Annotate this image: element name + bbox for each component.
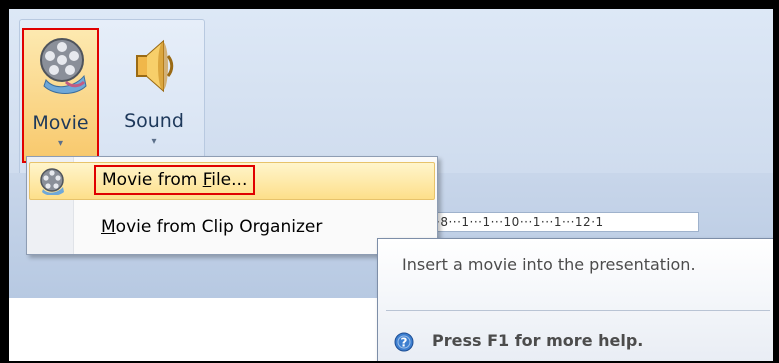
tooltip-divider [386,310,770,311]
tooltip-help-text: Press F1 for more help. [432,331,644,350]
movie-label: Movie [32,112,89,134]
sound-button[interactable]: Sound ▾ [115,28,193,163]
menu-item-label: Movie from File... [94,165,256,195]
horizontal-ruler: ·8···1···1···10···1···1···12·1 [429,212,699,232]
speaker-icon [136,39,174,93]
movie-button[interactable]: Movie ▾ [22,28,99,163]
chevron-down-icon: ▾ [151,136,157,147]
film-reel-icon [40,38,87,94]
chevron-down-icon: ▾ [57,138,64,149]
screenshot-frame: Movie ▾ Sound ▾ ·8···1···1···10···1···1·… [0,0,779,363]
menu-item-label: Movie from Clip Organizer [101,217,323,237]
menu-item-movie-from-file[interactable]: Movie from File... [29,162,435,200]
tooltip-description: Insert a movie into the presentation. [402,255,696,274]
ribbon: Movie ▾ Sound ▾ [9,9,773,179]
svg-text:?: ? [401,336,408,350]
sound-label: Sound [124,110,184,132]
menu-item-movie-from-clip-organizer[interactable]: Movie from Clip Organizer [29,209,435,247]
film-reel-icon [40,168,64,195]
help-question-icon: ? [394,332,414,352]
tooltip: Insert a movie into the presentation. ? … [377,238,773,361]
